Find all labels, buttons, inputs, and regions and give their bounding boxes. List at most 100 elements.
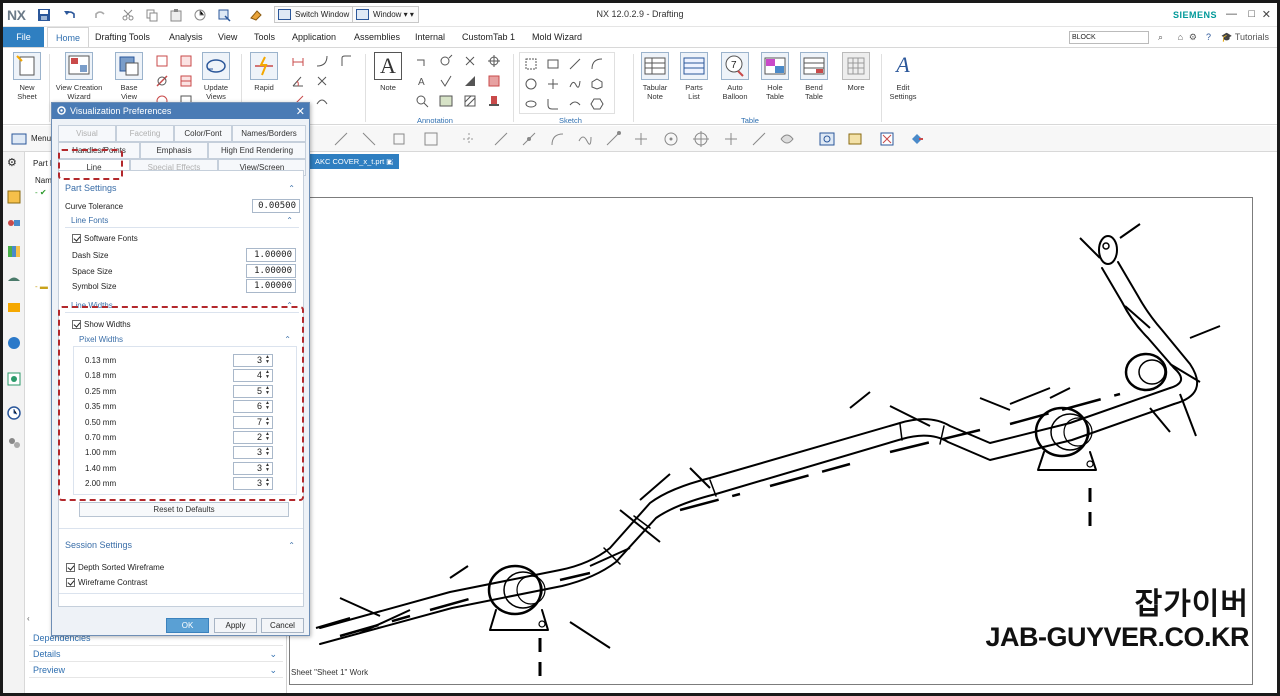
- dialog-title-bar[interactable]: Visualization Preferences ✕: [52, 103, 309, 119]
- datum-target-icon[interactable]: [415, 94, 429, 108]
- preview-panel-header[interactable]: Preview ⌄: [29, 662, 283, 678]
- search-icon[interactable]: ⌕: [1158, 32, 1163, 43]
- tab-application[interactable]: Application: [292, 27, 336, 47]
- control-point-icon[interactable]: [605, 131, 621, 147]
- tab-handles-points[interactable]: Handles/Points: [58, 142, 140, 159]
- maximize-button[interactable]: □: [1248, 8, 1255, 20]
- tab-customtab-1[interactable]: CustomTab 1: [462, 27, 515, 47]
- rapid-dimension-button[interactable]: Rapid: [247, 52, 281, 92]
- scroll-left-arrow[interactable]: ‹: [27, 614, 30, 623]
- roles-icon[interactable]: [7, 436, 21, 450]
- point-icon[interactable]: [546, 77, 560, 91]
- snap-points-icon[interactable]: [461, 131, 477, 147]
- web-browser-icon[interactable]: [7, 272, 21, 286]
- spinner-arrows-icon[interactable]: ▲ ▼: [265, 432, 270, 442]
- projected-view-icon[interactable]: [155, 54, 169, 68]
- file-tab[interactable]: File: [3, 27, 44, 47]
- drawing-sheet[interactable]: [289, 197, 1253, 685]
- base-view-button[interactable]: Base View: [113, 52, 145, 101]
- hexagon-icon[interactable]: [590, 97, 604, 111]
- name-column-header[interactable]: Nam: [35, 176, 52, 185]
- clock-icon[interactable]: [7, 406, 21, 420]
- gear-icon[interactable]: ⚙: [7, 156, 21, 170]
- tree-node-checkmark[interactable]: - ✔: [35, 188, 47, 197]
- point-on-curve-icon[interactable]: [751, 131, 767, 147]
- rectangle-select-icon[interactable]: [423, 131, 439, 147]
- pixel-widths-header[interactable]: Pixel Widths ⌃: [73, 333, 297, 347]
- close-tab-icon[interactable]: ✕: [389, 154, 399, 169]
- more-button[interactable]: More: [839, 52, 873, 92]
- tab-mold-wizard[interactable]: Mold Wizard: [532, 27, 582, 47]
- depth-sorted-wireframe-checkbox[interactable]: [66, 563, 75, 572]
- point-on-surface-icon[interactable]: [779, 131, 795, 147]
- broken-view-icon[interactable]: [179, 74, 193, 88]
- reset-to-defaults-button[interactable]: Reset to Defaults: [79, 502, 289, 517]
- auto-balloon-button[interactable]: 7 Auto Balloon: [717, 52, 753, 101]
- intersection-icon[interactable]: [633, 131, 649, 147]
- image-icon[interactable]: [439, 94, 453, 108]
- dash-size-input[interactable]: 1.00000: [246, 248, 296, 262]
- arc-length-icon[interactable]: [315, 94, 329, 108]
- tab-emphasis[interactable]: Emphasis: [140, 142, 208, 159]
- spinner-arrows-icon[interactable]: ▲ ▼: [265, 370, 270, 380]
- break-out-icon[interactable]: [179, 54, 193, 68]
- tab-analysis[interactable]: Analysis: [169, 27, 203, 47]
- reuse-library-icon[interactable]: [7, 244, 21, 258]
- symbol-size-input[interactable]: 1.00000: [246, 279, 296, 293]
- spinner-arrows-icon[interactable]: ▲ ▼: [265, 416, 270, 427]
- tutorials-link[interactable]: 🎓 Tutorials: [1221, 32, 1269, 43]
- wireframe-contrast-checkbox[interactable]: [66, 578, 75, 587]
- history-icon[interactable]: [7, 300, 21, 314]
- note-button[interactable]: A Note: [371, 52, 405, 92]
- edit-settings-button[interactable]: A Edit Settings: [885, 52, 921, 101]
- centerline-icon[interactable]: [487, 54, 501, 68]
- tab-tools[interactable]: Tools: [254, 27, 275, 47]
- rectangle-icon[interactable]: [546, 57, 560, 71]
- tab-home[interactable]: Home: [47, 27, 90, 47]
- cube-select-icon[interactable]: [391, 131, 407, 147]
- weld-symbol-icon[interactable]: [463, 74, 477, 88]
- tab-color-font[interactable]: Color/Font: [174, 125, 232, 142]
- fit-all-icon[interactable]: [879, 131, 895, 147]
- help-icon[interactable]: ?: [1206, 32, 1211, 42]
- spinner-arrows-icon[interactable]: ▲ ▼: [265, 401, 270, 411]
- tab-drafting-tools[interactable]: Drafting Tools: [95, 27, 150, 47]
- close-window-button[interactable]: ✕: [1262, 8, 1271, 21]
- touch-icon[interactable]: ⌂: [1178, 32, 1183, 42]
- software-fonts-checkbox[interactable]: [72, 234, 81, 243]
- tab-assemblies[interactable]: Assemblies: [354, 27, 400, 47]
- details-panel-header[interactable]: Details ⌄: [29, 646, 283, 662]
- spinner-arrows-icon[interactable]: ▲ ▼: [265, 447, 270, 457]
- line-fonts-header[interactable]: Line Fonts ⌃: [65, 214, 299, 228]
- fillet-icon[interactable]: [546, 97, 560, 111]
- target-point-icon[interactable]: [463, 54, 477, 68]
- graphics-window[interactable]: AKC COVER_x_t.prt ▣ ✕ Sheet "Sheet 1" Wo…: [287, 152, 1277, 693]
- session-settings-header[interactable]: Session Settings ⌃: [59, 538, 303, 553]
- crosshatch-icon[interactable]: [463, 94, 477, 108]
- part-navigator-icon[interactable]: [7, 190, 21, 204]
- spinner-arrows-icon[interactable]: ▲ ▼: [265, 478, 270, 488]
- settings-icon[interactable]: ⚙: [1189, 32, 1197, 43]
- assembly-navigator-icon[interactable]: [7, 216, 21, 230]
- apply-button[interactable]: Apply: [214, 618, 257, 633]
- spline-snap-icon[interactable]: [577, 131, 593, 147]
- snap-icon[interactable]: [333, 131, 349, 147]
- tab-visual[interactable]: Visual: [58, 125, 116, 142]
- arc-icon[interactable]: [590, 57, 604, 71]
- angular-dimension-icon[interactable]: [291, 74, 305, 88]
- linear-dimension-icon[interactable]: [291, 54, 305, 68]
- ordinate-dimension-icon[interactable]: [315, 74, 329, 88]
- update-views-button[interactable]: Update Views: [201, 52, 231, 101]
- part-settings-header[interactable]: Part Settings ⌃: [59, 181, 303, 196]
- tree-node-folder[interactable]: - ▬: [35, 282, 48, 291]
- tab-view[interactable]: View: [218, 27, 237, 47]
- display-mode-icon[interactable]: [909, 131, 925, 147]
- midpoint-snap-icon[interactable]: [521, 131, 537, 147]
- close-icon[interactable]: ✕: [296, 104, 305, 120]
- line-widths-header[interactable]: Line Widths ⌃: [65, 299, 299, 313]
- hole-table-button[interactable]: Hole Table: [759, 52, 791, 101]
- spinner-arrows-icon[interactable]: ▲ ▼: [265, 385, 270, 396]
- bend-table-button[interactable]: Bend Table: [797, 52, 831, 101]
- offset-curve-icon[interactable]: [568, 97, 582, 111]
- new-sheet-button[interactable]: New Sheet: [9, 52, 45, 101]
